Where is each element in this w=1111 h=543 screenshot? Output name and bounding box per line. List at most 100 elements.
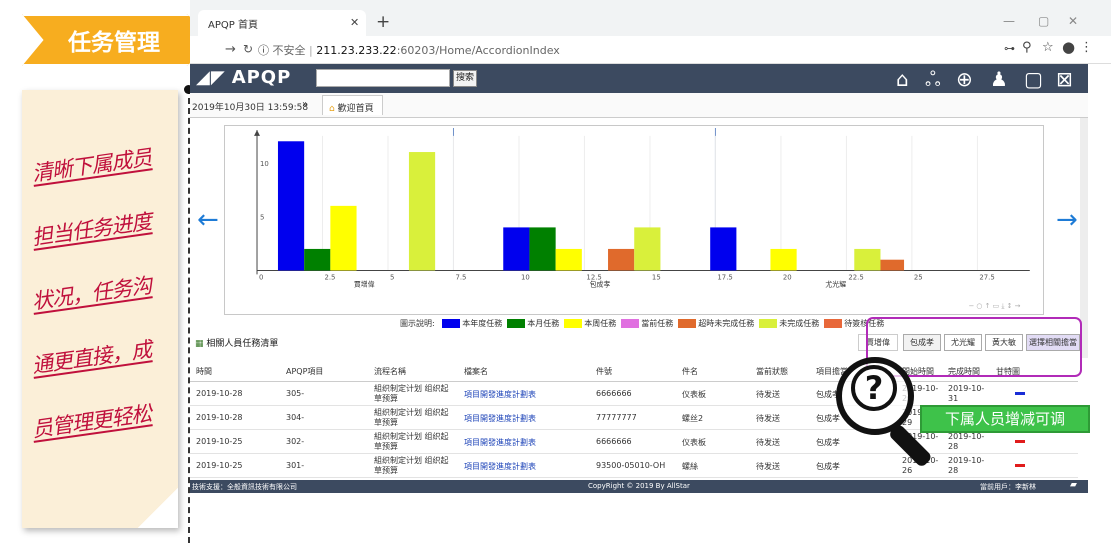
legend-item[interactable]: 本月任務 (527, 319, 559, 328)
legend-item[interactable]: 本年度任務 (462, 319, 502, 328)
chart-bar (555, 248, 582, 271)
forward-icon[interactable]: → (225, 42, 236, 57)
close-icon[interactable]: ✕ (350, 16, 359, 29)
legend-swatch (507, 319, 526, 328)
chart-bar (529, 227, 556, 271)
maximize-icon[interactable]: ▢ (1038, 14, 1049, 28)
menu-dots-icon[interactable]: ⋮ (1080, 40, 1093, 55)
table-cell: 待发送 (756, 414, 780, 423)
key-icon[interactable]: ⊶ (1004, 42, 1015, 55)
profile-icon[interactable]: ● (1062, 38, 1075, 56)
window-icon[interactable]: ▢ (1024, 67, 1043, 91)
group-label: 包成孝 (590, 279, 611, 288)
table-cell: 組织制定计划 组织起草预算 (374, 408, 449, 427)
next-arrow-icon[interactable]: → (1056, 205, 1078, 235)
table-cell: 包成孝 (816, 438, 840, 447)
file-link[interactable]: 項目開發進度計劃表 (464, 389, 536, 400)
legend-item[interactable]: 本周任務 (584, 319, 616, 328)
star-icon[interactable]: ☆ (1042, 40, 1054, 55)
y-tick-label: 10 (260, 160, 269, 168)
chat-icon[interactable]: ▰ (1070, 480, 1077, 490)
table-cell: 待发送 (756, 462, 780, 471)
x-tick-label: 2.5 (324, 273, 335, 281)
footer-copyright: CopyRight © 2019 By AllStar (588, 482, 690, 490)
column-header[interactable]: 流程名稱 (374, 366, 406, 377)
legend-item[interactable]: 超時未完成任務 (698, 319, 754, 328)
zoom-icon[interactable]: ⚲ (1022, 40, 1032, 55)
table-row[interactable]: 2019-10-25 301- 組织制定计划 组织起草预算 項目開發進度計劃表 9350… (190, 455, 1078, 478)
x-tick-label: 7.5 (455, 273, 466, 281)
file-link[interactable]: 項目開發進度計劃表 (464, 413, 536, 424)
x-tick-label: 0 (259, 273, 263, 281)
globe-icon[interactable]: ⊕ (956, 67, 973, 91)
chart-legend: 圖示說明: 本年度任務 本月任務 本周任務 當前任務 超時未完成任務 未完成任務 待簽核任務 (400, 318, 920, 330)
note-line: 担当任务进度 (30, 209, 153, 250)
window-close-icon[interactable]: ✕ (1068, 14, 1078, 28)
table-cell: 301- (286, 461, 305, 470)
search-input[interactable] (316, 69, 450, 87)
column-header[interactable]: APQP項目 (286, 366, 323, 377)
legend-item[interactable]: 未完成任務 (779, 319, 819, 328)
table-cell: 2019-10-25 (196, 461, 243, 470)
gantt-bar[interactable] (1015, 392, 1025, 395)
table-cell: 包成孝 (816, 414, 840, 423)
new-tab-icon[interactable]: + (376, 12, 390, 32)
users-icon[interactable]: ஃ (925, 67, 941, 94)
column-header[interactable]: 檔案名 (464, 366, 488, 377)
info-icon: ⓘ (258, 44, 273, 57)
y-axis-arrow (254, 129, 260, 136)
legend-swatch (678, 319, 697, 328)
sticky-note: 清晰下属成员 担当任务进度 状况，任务沟 通更直接，成 员管理更轻松 (22, 90, 178, 528)
search-button[interactable]: 搜索 (453, 70, 477, 87)
legend-swatch (564, 319, 583, 328)
table-cell: 305- (286, 389, 305, 398)
chart-bar (408, 152, 436, 271)
x-tick-label: 15 (652, 273, 661, 281)
prev-arrow-icon[interactable]: ← (197, 205, 219, 235)
home-icon[interactable]: ⌂ (896, 67, 909, 91)
datetime: 2019年10月30日 13:59:58 (192, 103, 309, 113)
chart-bar (304, 248, 331, 271)
address-field[interactable]: ⓘ 不安全 | 211.23.233.22:60203/Home/Accordi… (258, 42, 560, 58)
note-line: 清晰下属成员 (30, 145, 153, 186)
table-cell: 仪表板 (682, 390, 706, 399)
legend-item[interactable]: 當前任務 (641, 319, 673, 328)
gantt-bar[interactable] (1015, 464, 1025, 467)
note-line: 通更直接，成 (30, 337, 153, 378)
x-tick-label: 10 (521, 273, 530, 281)
table-row[interactable]: 2019-10-28 305- 組织制定计划 组织起草预算 項目開發進度計劃表 6666… (190, 383, 1078, 406)
chart-bar (503, 227, 530, 271)
task-chart: 5100 2.5 5 7.5 10 12.5 15 17.5 20 22.5 25 27.5賈增偉 包成… (224, 125, 1044, 315)
table-row[interactable]: 2019-10-25 302- 組织制定计划 组织起草预算 項目開發進度計劃表 6666… (190, 431, 1078, 454)
tab-welcome[interactable]: ⌂ 歡迎首頁 (322, 95, 383, 115)
tab-title: APQP 首頁 (208, 20, 258, 31)
collapse-icon[interactable]: » (302, 99, 308, 110)
column-header[interactable]: 時間 (196, 366, 212, 377)
x-tick-label: 17.5 (717, 273, 732, 281)
x-tick-label: 25 (914, 273, 923, 281)
task-section-title: ▦ 相關人員任務清單 (195, 339, 279, 349)
exit-icon[interactable]: ⊠ (1056, 67, 1073, 91)
chart-bar (770, 248, 797, 271)
column-header[interactable]: 件號 (596, 366, 612, 377)
logo-mark-icon: ◢◤ (196, 67, 226, 88)
reload-icon[interactable]: ↻ (243, 42, 253, 56)
column-header[interactable]: 當前狀態 (756, 366, 788, 377)
page-footer: 技術支援：全般資訊技術有限公司 CopyRight © 2019 By AllS… (190, 480, 1088, 493)
note-fold (138, 488, 178, 528)
table-cell: 93500-05010-OH (596, 461, 666, 470)
group-label: 賈增偉 (354, 279, 375, 288)
file-link[interactable]: 項目開發進度計劃表 (464, 461, 536, 472)
table-cell: 304- (286, 413, 305, 422)
x-tick-label: 20 (783, 273, 792, 281)
y-tick-label: 5 (260, 214, 264, 222)
column-header[interactable]: 件名 (682, 366, 698, 377)
x-tick-label: 22.5 (848, 273, 863, 281)
group-label: 尤光耀 (825, 279, 846, 288)
breadcrumb-bar: 2019年10月30日 13:59:58 » ⌂ 歡迎首頁 (190, 93, 1088, 118)
gantt-bar[interactable] (1015, 440, 1025, 443)
browser-tab[interactable]: APQP 首頁 (198, 10, 366, 36)
user-icon[interactable]: ♟ (990, 67, 1008, 91)
file-link[interactable]: 項目開發進度計劃表 (464, 437, 536, 448)
minimize-icon[interactable]: — (1003, 14, 1015, 28)
